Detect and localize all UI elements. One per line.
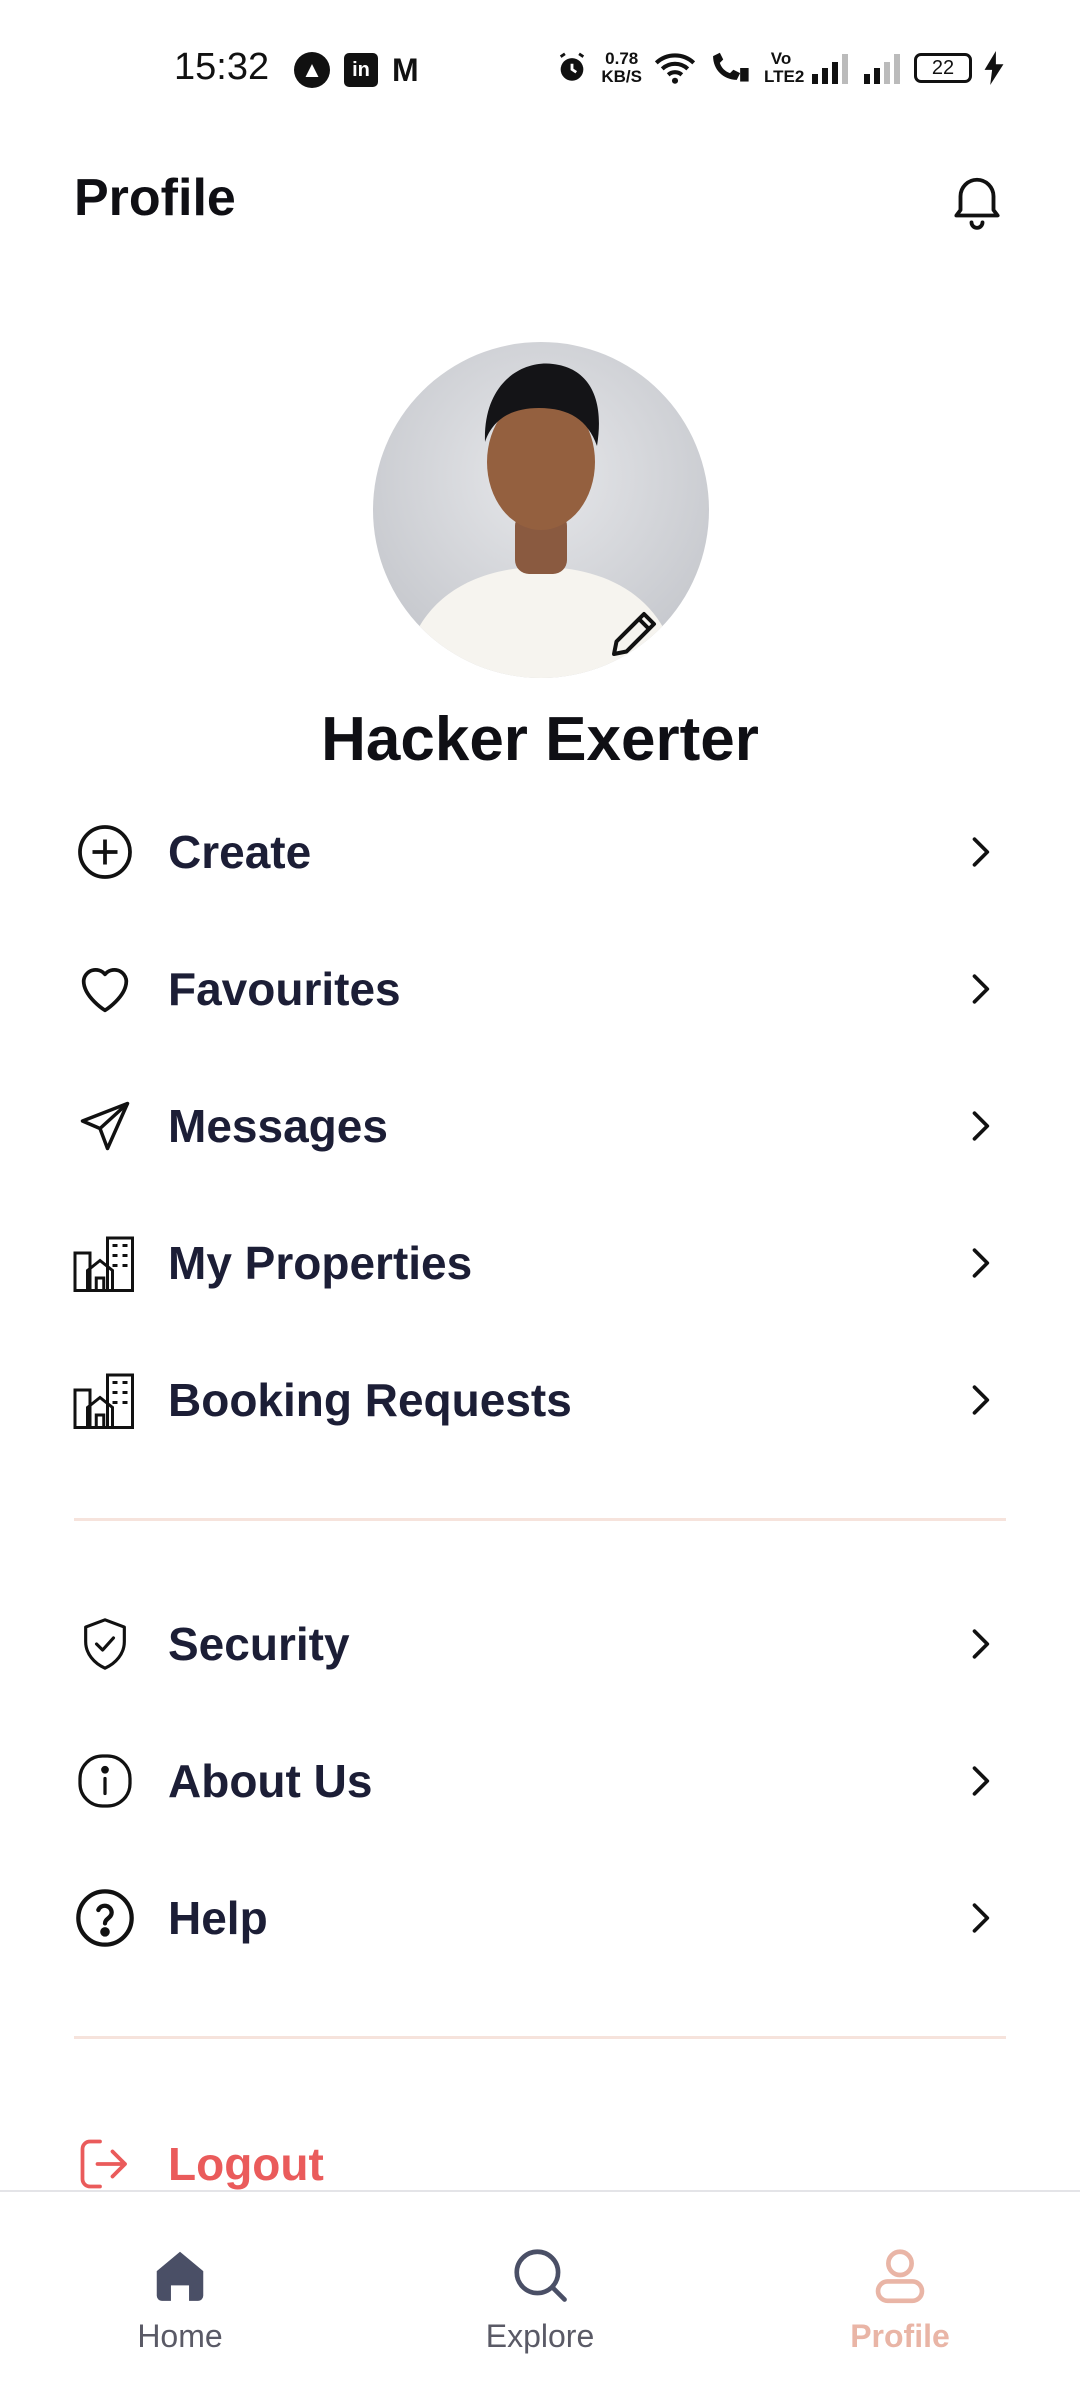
heart-icon: [72, 956, 138, 1022]
nav-label: Explore: [485, 2318, 595, 2354]
signal-icon: [864, 54, 900, 84]
status-time: 15:32: [174, 46, 270, 88]
status-bar: 15:32 ▲ in M 0.78 KB/S Vo LTE2 22: [0, 0, 1080, 140]
menu-item-about-us[interactable]: About Us: [0, 1721, 1080, 1841]
chevron-right-icon: [972, 974, 990, 1004]
menu-item-create[interactable]: Create: [0, 792, 1080, 912]
nav-profile[interactable]: Profile: [790, 2192, 1010, 2402]
user-icon: [875, 2249, 925, 2304]
menu-item-label: Booking Requests: [168, 1374, 572, 1426]
net-speed: 0.78 KB/S: [601, 49, 642, 86]
chevron-right-icon: [972, 837, 990, 867]
shield-check-icon: [72, 1611, 138, 1677]
menu-item-label: Favourites: [168, 963, 401, 1015]
menu-item-label: About Us: [168, 1755, 373, 1807]
chevron-right-icon: [972, 1385, 990, 1415]
menu-item-label: Create: [168, 826, 312, 878]
menu-item-label: Messages: [168, 1100, 388, 1152]
gmail-icon: M: [392, 52, 419, 88]
logout-label: Logout: [168, 2138, 324, 2190]
info-icon: [72, 1748, 138, 1814]
wifi-icon: [654, 53, 696, 84]
nav-home[interactable]: Home: [70, 2192, 290, 2402]
bell-icon[interactable]: [944, 166, 1010, 232]
chevron-right-icon: [972, 1629, 990, 1659]
buildings-icon: [72, 1367, 138, 1433]
linkedin-icon: in: [344, 53, 378, 87]
chevron-right-icon: [972, 1766, 990, 1796]
menu-item-booking-requests[interactable]: Booking Requests: [0, 1340, 1080, 1460]
menu-item-label: Security: [168, 1618, 350, 1670]
user-name: Hacker Exerter: [321, 705, 759, 774]
chevron-right-icon: [972, 1903, 990, 1933]
menu-item-my-properties[interactable]: My Properties: [0, 1203, 1080, 1323]
menu-item-help[interactable]: Help: [0, 1858, 1080, 1978]
arrow-app-icon: ▲: [294, 52, 330, 88]
plus-circle-icon: [72, 819, 138, 885]
section-divider: [74, 1518, 1006, 1521]
battery-icon: 22: [914, 53, 972, 83]
nav-label: Home: [137, 2318, 223, 2354]
menu-item-messages[interactable]: Messages: [0, 1066, 1080, 1186]
nav-label: Profile: [850, 2318, 950, 2354]
search-icon: [514, 2249, 567, 2302]
nav-explore[interactable]: Explore: [430, 2192, 650, 2402]
charging-icon: [984, 51, 1004, 85]
buildings-icon: [72, 1230, 138, 1296]
section-divider: [74, 2036, 1006, 2039]
home-icon: [156, 2251, 204, 2301]
alarm-icon: [560, 52, 585, 81]
chevron-right-icon: [972, 1248, 990, 1278]
notification-icons: ▲ in M: [294, 52, 419, 88]
volte-icon: Vo LTE2: [764, 49, 805, 86]
help-circle-icon: [72, 1885, 138, 1951]
menu-item-security[interactable]: Security: [0, 1584, 1080, 1704]
page-title: Profile: [74, 169, 236, 227]
wifi-calling-icon: [713, 52, 749, 82]
bottom-navigation: Home Explore Profile: [0, 2190, 1080, 2402]
chevron-right-icon: [972, 1111, 990, 1141]
system-icons: 0.78 KB/S Vo LTE2 22: [555, 50, 1004, 86]
pencil-icon[interactable]: [604, 604, 664, 664]
logout-icon: [72, 2131, 138, 2197]
menu-item-label: Help: [168, 1892, 268, 1944]
menu-item-label: My Properties: [168, 1237, 473, 1289]
send-icon: [72, 1093, 138, 1159]
menu-item-favourites[interactable]: Favourites: [0, 929, 1080, 1049]
signal-icon: [812, 54, 848, 84]
